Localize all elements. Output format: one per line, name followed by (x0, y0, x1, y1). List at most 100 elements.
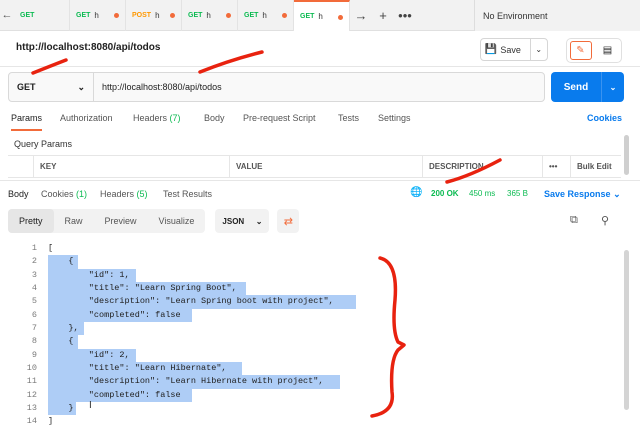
line-number: 5 (31, 296, 37, 307)
response-toolbar: Pretty Raw Preview Visualize JSON ⌄ ⇄ (8, 209, 300, 235)
format-select[interactable]: JSON ⌄ (215, 209, 270, 233)
tab-settings[interactable]: Settings (378, 113, 411, 123)
code-text: ] (48, 416, 54, 427)
tab-method: GET (244, 11, 259, 19)
response-size[interactable]: 365 B (507, 189, 528, 198)
code-text: "id": 2, (48, 349, 130, 360)
line-number: 9 (31, 349, 37, 360)
request-tab[interactable]: GET h (182, 0, 238, 31)
request-tab-active[interactable]: GET h (294, 0, 350, 31)
line-number: 7 (31, 323, 37, 334)
url-bar: GET ⌄ (8, 72, 545, 102)
code-line: 9 "id": 2, (0, 348, 615, 363)
tab-method: GET (300, 12, 315, 20)
unsaved-dot-icon (114, 12, 119, 18)
tab-headers[interactable]: Headers (7) (133, 113, 181, 123)
view-mode-group: Pretty Raw Preview Visualize (8, 209, 206, 233)
environment-selector[interactable]: No Environment (474, 0, 640, 31)
line-number: 2 (31, 256, 37, 267)
chevron-down-icon[interactable]: ⌄ (601, 72, 624, 102)
view-mode-visualize[interactable]: Visualize (148, 209, 206, 233)
code-line: 3 "id": 1, (0, 268, 615, 283)
request-tab[interactable]: GET h (238, 0, 294, 31)
query-params-title: Query Params (14, 139, 73, 149)
view-mode-preview[interactable]: Preview (94, 209, 148, 233)
response-time[interactable]: 450 ms (469, 189, 495, 198)
status-code[interactable]: 200 OK (431, 189, 459, 198)
tab-params[interactable]: Params (11, 113, 43, 131)
tab-headers-label: Headers (133, 113, 168, 123)
code-line: 11 "description": "Learn Hibernate with … (0, 375, 615, 389)
response-tab-body[interactable]: Body (8, 189, 29, 199)
request-tab[interactable]: GET h (70, 0, 126, 31)
globe-icon[interactable]: 🌐 (410, 187, 422, 198)
more-icon[interactable]: ••• (394, 0, 416, 31)
response-tab-cookies[interactable]: Cookies (1) (41, 189, 87, 199)
tab-tests[interactable]: Tests (338, 113, 359, 123)
request-tabs: Params Authorization Headers (7) Body Pr… (0, 107, 640, 131)
line-number: 14 (26, 416, 37, 427)
code-line: 8 { (0, 335, 615, 349)
response-scrollbar[interactable] (624, 250, 629, 410)
view-mode-raw[interactable]: Raw (54, 209, 94, 233)
code-text: "title": "Learn Spring Boot", (48, 283, 237, 294)
chevron-down-icon: ⌄ (77, 81, 85, 92)
tab-title: h (318, 11, 323, 21)
send-label: Send (563, 81, 589, 93)
more-icon[interactable]: ••• (543, 156, 571, 177)
back-arrow-icon[interactable]: ← (0, 0, 14, 31)
response-body[interactable]: 1[ 2 { 3 "id": 1, 4 "title": "Learn Spri… (0, 242, 615, 429)
response-headers-count: (5) (136, 189, 148, 199)
line-number: 12 (26, 389, 37, 400)
request-tab[interactable]: POST h (126, 0, 182, 31)
response-tab-test-results[interactable]: Test Results (163, 189, 212, 199)
code-text: "id": 1, (48, 269, 130, 280)
pencil-icon[interactable]: ✎ (569, 41, 592, 60)
tab-method: GET (76, 11, 91, 19)
tab-body[interactable]: Body (204, 113, 225, 123)
code-line: 13 } (0, 402, 615, 416)
arrow-right-icon[interactable]: → (350, 0, 372, 31)
chevron-down-icon[interactable]: ⌄ (529, 39, 548, 60)
tab-method: GET (188, 11, 203, 19)
code-line: 14] (0, 415, 615, 428)
code-text: "title": "Learn Hibernate", (48, 363, 227, 374)
code-text: }, (48, 323, 79, 334)
tab-title: h (206, 10, 211, 20)
wrap-lines-icon[interactable]: ⇄ (277, 209, 300, 233)
method-select[interactable]: GET ⌄ (9, 73, 94, 101)
save-response-button[interactable]: Save Response ⌄ (544, 189, 621, 200)
cookies-link[interactable]: Cookies (587, 113, 622, 123)
send-button[interactable]: Send ⌄ (551, 72, 624, 102)
code-text: { (48, 256, 74, 267)
save-button[interactable]: 💾 Save ⌄ (480, 38, 548, 61)
documentation-icon[interactable]: ▤ (597, 41, 619, 60)
params-table-header: KEY VALUE DESCRIPTION ••• Bulk Edit (8, 155, 621, 178)
tab-prerequest[interactable]: Pre-request Script (243, 113, 316, 123)
bulk-edit-link[interactable]: Bulk Edit (571, 156, 621, 177)
search-icon[interactable]: ⚲ (601, 214, 609, 227)
url-input[interactable] (94, 73, 544, 101)
request-tab[interactable]: GET (14, 0, 70, 31)
response-tab-headers[interactable]: Headers (5) (100, 189, 148, 199)
line-number: 13 (26, 403, 37, 414)
code-line: 10 "title": "Learn Hibernate", (0, 362, 615, 376)
response-tab-headers-label: Headers (100, 189, 135, 199)
tab-title: h (94, 10, 99, 20)
tab-authorization[interactable]: Authorization (60, 113, 113, 123)
code-text: "description": "Learn Spring boot with p… (48, 296, 334, 307)
request-title[interactable]: http://localhost:8080/api/todos (16, 42, 160, 53)
unsaved-dot-icon (282, 12, 287, 18)
method-label: GET (17, 82, 36, 92)
code-text: "completed": false (48, 309, 181, 320)
response-header: Body Cookies (1) Headers (5) Test Result… (0, 180, 640, 206)
column-description: DESCRIPTION (423, 156, 543, 177)
line-number: 8 (31, 336, 37, 347)
params-scrollbar[interactable] (624, 135, 629, 175)
copy-icon[interactable]: ⧉ (570, 214, 578, 227)
text-cursor-icon: I (89, 400, 92, 411)
view-mode-pretty[interactable]: Pretty (8, 209, 54, 233)
line-number: 3 (31, 269, 37, 280)
code-line: 5 "description": "Learn Spring boot with… (0, 295, 615, 309)
plus-icon[interactable]: + (372, 0, 394, 31)
